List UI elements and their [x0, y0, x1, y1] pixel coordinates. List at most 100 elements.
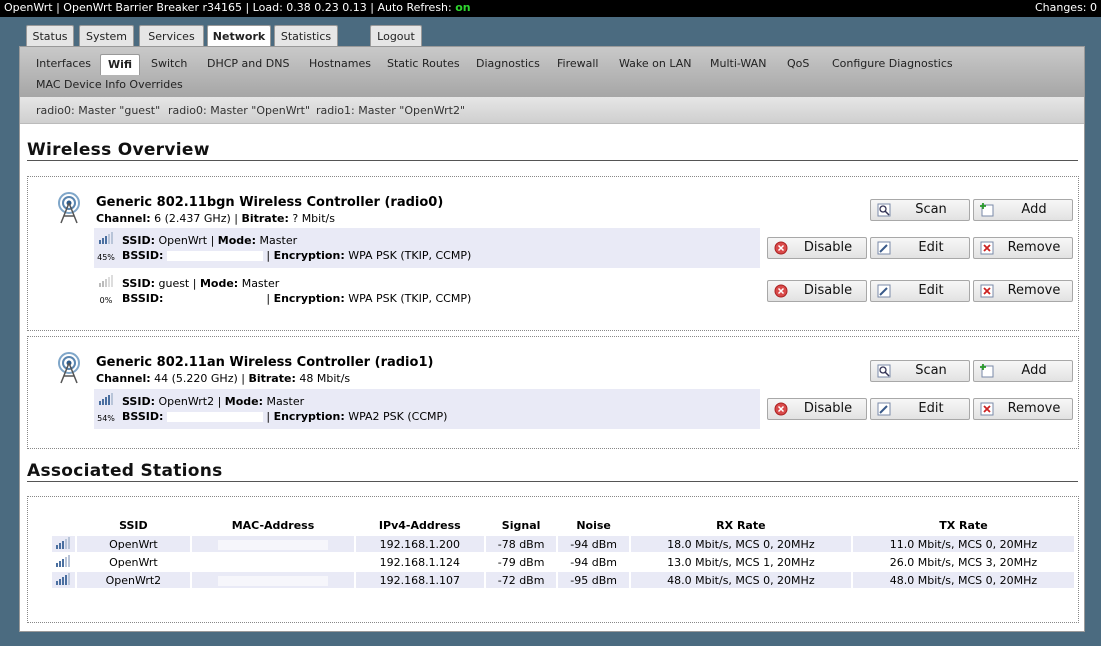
- radiotab-openwrt2[interactable]: radio1: Master "OpenWrt2": [316, 104, 465, 117]
- signal-icon: [99, 232, 113, 244]
- scan-icon: [877, 364, 891, 378]
- signal-percent: 0%: [99, 296, 113, 305]
- station-signal: -79 dBm: [497, 555, 545, 569]
- station-rx-rate: 13.0 Mbit/s, MCS 1, 20MHz: [667, 555, 815, 569]
- station-signal: -78 dBm: [485, 536, 557, 552]
- tab-system[interactable]: System: [79, 25, 134, 47]
- controller-title: Generic 802.11an Wireless Controller (ra…: [96, 355, 434, 370]
- stations-panel: SSID MAC-Address IPv4-Address Signal Noi…: [27, 496, 1079, 623]
- controller-meta: Channel: 44 (5.220 GHz) | Bitrate: 48 Mb…: [96, 372, 351, 385]
- scan-button[interactable]: Scan: [870, 199, 970, 221]
- edit-icon: [877, 284, 891, 298]
- edit-button[interactable]: Edit: [870, 237, 970, 259]
- disable-icon: [774, 284, 788, 298]
- disable-button[interactable]: Disable: [767, 237, 867, 259]
- column-header-rx-rate: RX Rate: [716, 518, 766, 532]
- remove-icon: [980, 284, 994, 298]
- main-panel: Interfaces Wifi Switch DHCP and DNS Host…: [19, 46, 1085, 632]
- signal-icon: [56, 536, 71, 549]
- disable-icon: [774, 241, 788, 255]
- radiotab-guest[interactable]: radio0: Master "guest": [36, 104, 160, 117]
- signal-percent: 54%: [97, 414, 115, 423]
- subtab-firewall[interactable]: Firewall: [557, 54, 598, 74]
- subtab-mac-overrides[interactable]: MAC Device Info Overrides: [36, 75, 183, 95]
- wireless-overview-heading: Wireless Overview: [27, 140, 1078, 161]
- add-button[interactable]: Add: [973, 199, 1073, 221]
- tab-network[interactable]: Network: [207, 25, 271, 48]
- subtab-dhcp-dns[interactable]: DHCP and DNS: [207, 54, 289, 74]
- network-info: SSID: guest | Mode: Master BSSID: | Encr…: [122, 277, 472, 305]
- station-ssid: OpenWrt2: [76, 572, 191, 588]
- wireless-antenna-icon: [58, 352, 80, 384]
- disable-button[interactable]: Disable: [767, 280, 867, 302]
- signal-cell: 0%: [94, 271, 118, 311]
- station-tx-rate: 11.0 Mbit/s, MCS 0, 20MHz: [852, 536, 1074, 552]
- station-ssid: OpenWrt: [109, 555, 158, 569]
- tab-status[interactable]: Status: [26, 25, 74, 47]
- remove-button[interactable]: Remove: [973, 280, 1073, 302]
- signal-icon: [56, 554, 71, 567]
- subtab-interfaces[interactable]: Interfaces: [36, 54, 91, 74]
- controller-title: Generic 802.11bgn Wireless Controller (r…: [96, 195, 444, 210]
- station-mac: [192, 554, 354, 570]
- edit-icon: [877, 402, 891, 416]
- subtab-wifi[interactable]: Wifi: [100, 54, 141, 75]
- column-header-signal: Signal: [501, 518, 541, 532]
- station-mac: [192, 572, 354, 588]
- disable-button[interactable]: Disable: [767, 398, 867, 420]
- column-header-tx-rate: TX Rate: [939, 518, 988, 532]
- signal-icon: [56, 572, 71, 585]
- remove-button[interactable]: Remove: [973, 237, 1073, 259]
- signal-cell: 54%: [94, 389, 118, 429]
- edit-button[interactable]: Edit: [870, 280, 970, 302]
- subtab-wake-on-lan[interactable]: Wake on LAN: [619, 54, 692, 74]
- signal-cell: 45%: [94, 228, 118, 268]
- station-noise: -94 dBm: [558, 536, 629, 552]
- signal-percent: 45%: [97, 253, 115, 262]
- signal-icon: [99, 275, 113, 287]
- network-subnav: Interfaces Wifi Switch DHCP and DNS Host…: [20, 47, 1084, 97]
- subtab-multi-wan[interactable]: Multi-WAN: [710, 54, 766, 74]
- edit-button[interactable]: Edit: [870, 398, 970, 420]
- system-status: OpenWrt | OpenWrt Barrier Breaker r34165…: [4, 1, 471, 14]
- radiotab-openwrt[interactable]: radio0: Master "OpenWrt": [168, 104, 310, 117]
- table-row: OpenWrt2 192.168.1.107 -72 dBm -95 dBm 4…: [52, 572, 1074, 588]
- auto-refresh-toggle[interactable]: on: [455, 1, 470, 14]
- changes-counter[interactable]: Changes: 0: [1035, 0, 1097, 15]
- subtab-diagnostics[interactable]: Diagnostics: [476, 54, 540, 74]
- subtab-static-routes[interactable]: Static Routes: [387, 54, 460, 74]
- tab-services[interactable]: Services: [139, 25, 204, 47]
- associated-stations-heading: Associated Stations: [27, 461, 1078, 482]
- subtab-hostnames[interactable]: Hostnames: [309, 54, 371, 74]
- station-ip: 192.168.1.200: [355, 536, 484, 552]
- controller-radio0: Generic 802.11bgn Wireless Controller (r…: [27, 176, 1079, 331]
- remove-button[interactable]: Remove: [973, 398, 1073, 420]
- network-info: SSID: OpenWrt2 | Mode: Master BSSID: | E…: [122, 395, 448, 423]
- remove-icon: [980, 241, 994, 255]
- remove-icon: [980, 402, 994, 416]
- column-header-noise: Noise: [576, 518, 611, 532]
- station-tx-rate: 26.0 Mbit/s, MCS 3, 20MHz: [889, 555, 1038, 569]
- network-row: 45% SSID: OpenWrt | Mode: Master BSSID: …: [94, 228, 760, 268]
- station-rx-rate: 48.0 Mbit/s, MCS 0, 20MHz: [630, 572, 851, 588]
- subtab-configure-diagnostics[interactable]: Configure Diagnostics: [832, 54, 953, 74]
- table-header-row: SSID MAC-Address IPv4-Address Signal Noi…: [52, 516, 1074, 534]
- subtab-switch[interactable]: Switch: [151, 54, 187, 74]
- subtab-qos[interactable]: QoS: [787, 54, 809, 74]
- station-ip: 192.168.1.124: [379, 555, 461, 569]
- add-icon: [980, 364, 994, 378]
- network-row: 0% SSID: guest | Mode: Master BSSID: | E…: [94, 271, 760, 311]
- wireless-antenna-icon: [58, 192, 80, 224]
- network-row: 54% SSID: OpenWrt2 | Mode: Master BSSID:…: [94, 389, 760, 429]
- station-signal: -72 dBm: [485, 572, 557, 588]
- station-mac: [192, 536, 354, 552]
- add-button[interactable]: Add: [973, 360, 1073, 382]
- status-bar: OpenWrt | OpenWrt Barrier Breaker r34165…: [0, 0, 1101, 17]
- station-noise: -95 dBm: [558, 572, 629, 588]
- tab-statistics[interactable]: Statistics: [274, 25, 338, 47]
- scan-button[interactable]: Scan: [870, 360, 970, 382]
- station-tx-rate: 48.0 Mbit/s, MCS 0, 20MHz: [852, 572, 1074, 588]
- network-info: SSID: OpenWrt | Mode: Master BSSID: | En…: [122, 234, 472, 262]
- edit-icon: [877, 241, 891, 255]
- tab-logout[interactable]: Logout: [370, 25, 422, 47]
